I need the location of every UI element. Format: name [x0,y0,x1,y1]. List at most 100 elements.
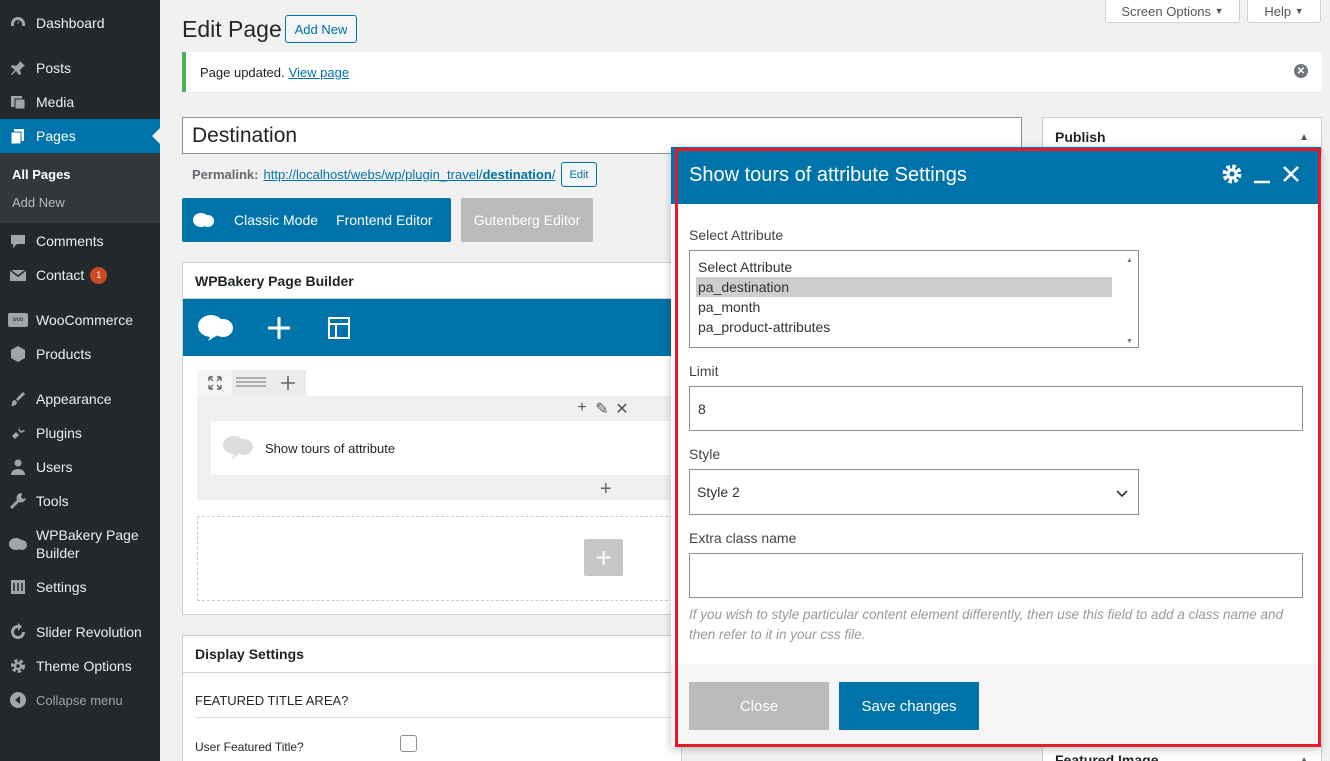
limit-input[interactable]: 8 [689,386,1303,431]
menu-label: Appearance [36,391,112,407]
attribute-option[interactable]: pa_product-attributes [696,317,1112,337]
scrollbar[interactable]: ▲ ▼ [1124,253,1136,345]
element-settings-modal: Show tours of attribute Settings Select … [671,147,1321,747]
menu-item-wpbakery[interactable]: WPBakery Page Builder [0,526,160,562]
add-new-page-button[interactable]: Add New [285,15,357,43]
delete-icon[interactable]: ✕ [614,399,630,419]
wpbakery-title: WPBakery Page Builder [183,263,681,299]
help-button[interactable]: Help ▼ [1247,0,1321,23]
attribute-option[interactable]: Select Attribute [696,257,1112,277]
menu-item-appearance[interactable]: Appearance [0,382,160,416]
brush-icon [8,389,28,409]
add-icon[interactable]: + [574,399,590,419]
menu-item-woocommerce[interactable]: woo WooCommerce [0,303,160,337]
attribute-multiselect[interactable]: Select Attribute pa_destination pa_month… [689,250,1139,348]
attribute-option[interactable]: pa_month [696,297,1112,317]
pin-icon [8,58,28,78]
woo-icon: woo [8,310,28,330]
wpbakery-logo-icon [192,212,216,228]
save-changes-button[interactable]: Save changes [839,682,979,730]
menu-item-contact[interactable]: Contact 1 [0,258,160,292]
minimize-icon[interactable] [1253,163,1271,185]
menu-item-settings[interactable]: Settings [0,570,160,604]
wpbakery-logo-icon[interactable] [197,313,235,343]
collapse-menu-button[interactable]: Collapse menu [0,683,160,717]
add-element-icon[interactable] [264,313,294,343]
wpbakery-toolbar [183,299,683,356]
permalink-link[interactable]: http://localhost/webs/wp/plugin_travel/d… [263,167,555,182]
menu-item-pages[interactable]: Pages [0,119,160,153]
row-body: + ✎ ✕ Show tours of attribute + [197,396,683,500]
submenu-all-pages[interactable]: All Pages [12,167,71,182]
menu-item-theme-options[interactable]: Theme Options [0,649,160,683]
menu-label: Comments [36,233,104,249]
menu-label: Settings [36,579,87,595]
screen-options-label: Screen Options [1121,3,1212,19]
scroll-up-icon[interactable]: ▲ [1126,257,1133,264]
modal-header: Show tours of attribute Settings [671,147,1321,204]
view-page-link[interactable]: View page [289,65,349,80]
menu-item-slider-revolution[interactable]: Slider Revolution [0,615,160,649]
templates-icon[interactable] [324,313,354,343]
menu-item-products[interactable]: Products [0,337,160,371]
display-settings-metabox: Display Settings FEATURED TITLE AREA? Us… [182,635,683,761]
divider [195,717,683,718]
classic-mode-button[interactable]: Classic Mode [234,212,318,228]
menu-item-comments[interactable]: Comments [0,224,160,258]
pages-icon [8,126,28,146]
notification-badge: 1 [90,266,108,284]
menu-label: Tools [36,493,69,509]
help-label: Help [1264,3,1292,19]
menu-label: Contact [36,267,85,283]
refresh-icon [8,622,28,642]
featured-title-checkbox[interactable] [400,735,417,752]
attribute-option-selected[interactable]: pa_destination [696,277,1112,297]
menu-label: Collapse menu [36,692,123,708]
permalink-trail: / [551,167,556,182]
wpbakery-metabox: WPBakery Page Builder + ✎ ✕ Show tours o… [182,262,683,615]
dismiss-icon[interactable]: ✕ [1294,64,1308,78]
drag-handle-icon[interactable] [232,370,269,396]
menu-label: WooCommerce [36,312,133,328]
collapse-arrow-icon[interactable]: ▲ [1299,132,1309,143]
style-select[interactable]: Style 2 [689,469,1139,515]
scroll-down-icon[interactable]: ▼ [1126,338,1133,345]
menu-label: WPBakery Page Builder [36,527,139,561]
menu-item-plugins[interactable]: Plugins [0,416,160,450]
wpbakery-element-icon [221,434,255,463]
comment-icon [8,231,28,251]
permalink-label: Permalink: [192,167,259,182]
permalink-base: http://localhost/webs/wp/plugin_travel/ [263,167,483,182]
edit-pencil-icon[interactable]: ✎ [594,399,610,419]
add-column-icon[interactable] [269,370,306,396]
menu-item-posts[interactable]: Posts [0,51,160,85]
menu-label: Posts [36,60,72,76]
collapse-arrow-icon[interactable]: ▲ [1299,755,1309,761]
menu-item-tools[interactable]: Tools [0,484,160,518]
menu-item-users[interactable]: Users [0,450,160,484]
page-title: Edit Page [182,16,282,42]
extra-class-label: Extra class name [689,530,797,546]
wrench-icon [8,491,28,511]
gutenberg-editor-button[interactable]: Gutenberg Editor [461,198,593,242]
submenu-add-new[interactable]: Add New [12,195,65,210]
expand-icon[interactable] [197,370,232,396]
box-icon [8,344,28,364]
settings-icon [8,577,28,597]
pages-submenu: All Pages Add New [0,153,160,223]
add-element-button[interactable]: + [584,539,623,576]
menu-label: Dashboard [36,15,105,31]
frontend-editor-button[interactable]: Frontend Editor [336,212,433,228]
permalink-edit-button[interactable]: Edit [561,162,597,187]
menu-item-media[interactable]: Media [0,85,160,119]
screen-options-button[interactable]: Screen Options ▼ [1105,0,1240,23]
gear-icon[interactable] [1221,163,1243,185]
close-icon[interactable] [1281,164,1301,184]
add-element-to-column-icon[interactable]: + [600,478,612,501]
extra-class-input[interactable] [689,553,1303,598]
editor-mode-bar: Classic Mode Frontend Editor [182,198,451,242]
menu-label: Slider Revolution [36,624,142,640]
close-button[interactable]: Close [689,682,829,730]
menu-item-dashboard[interactable]: Dashboard [0,6,160,40]
content-element[interactable]: Show tours of attribute [211,421,683,475]
